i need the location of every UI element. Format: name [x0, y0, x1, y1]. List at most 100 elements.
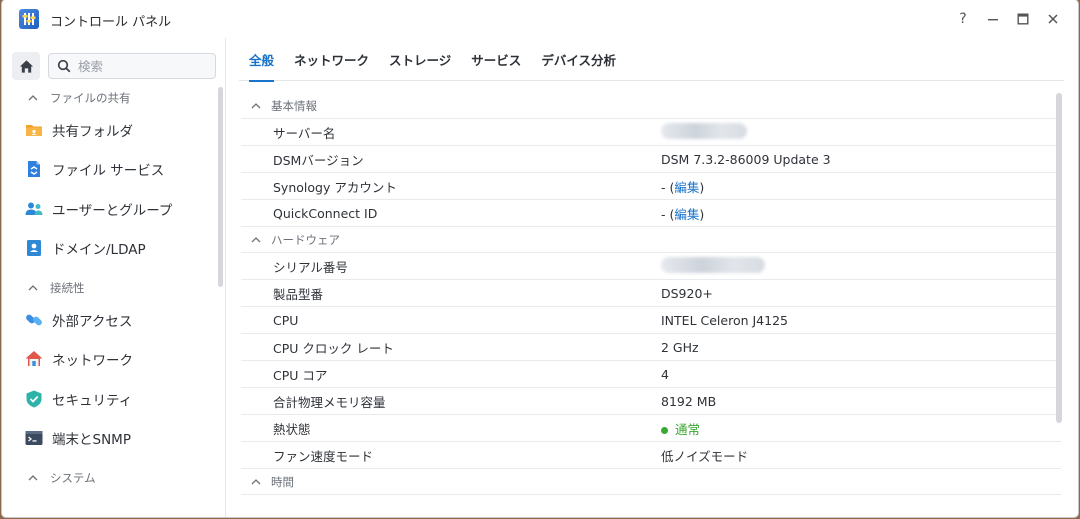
row-serial-number: シリアル番号 [241, 253, 1061, 280]
row-thermal-status: 熱状態 通常 [241, 415, 1061, 442]
group-header-time[interactable]: 時間 [241, 469, 1061, 495]
network-icon [24, 349, 44, 369]
row-dsm-version: DSMバージョン DSM 7.3.2-86009 Update 3 [241, 146, 1061, 173]
row-label: DSMバージョン [273, 152, 364, 168]
sidebar-item-label: 共有フォルダ [52, 123, 133, 140]
sidebar-scrollbar[interactable] [218, 87, 223, 287]
section-header-system[interactable]: システム [2, 466, 216, 490]
row-label: サーバー名 [273, 125, 336, 141]
close-icon [1048, 14, 1058, 24]
row-label: Synology アカウント [273, 179, 397, 195]
file-services-icon [24, 159, 44, 179]
group-title: 基本情報 [271, 98, 317, 113]
users-groups-icon [24, 199, 44, 219]
minimize-icon [988, 19, 998, 21]
group-header-hardware[interactable]: ハードウェア [241, 227, 1061, 253]
search-input[interactable] [78, 58, 198, 74]
maximize-button[interactable] [1012, 8, 1034, 30]
row-label: QuickConnect ID [273, 205, 378, 221]
row-value: 4 [661, 366, 669, 382]
row-label: 合計物理メモリ容量 [273, 394, 386, 410]
sidebar-item-label: セキュリティ [52, 392, 133, 409]
row-label: CPU [273, 312, 299, 328]
sidebar-item-label: ドメイン/LDAP [52, 242, 146, 259]
section-title: ファイルの共有 [50, 91, 131, 105]
terminal-snmp-icon [24, 428, 44, 448]
sidebar-item-label: ユーザーとグループ [52, 202, 173, 219]
sidebar-nav: ファイルの共有 共有フォルダ ファイル サービス ユーザーとグループ ドメイン/… [2, 86, 216, 490]
tab-device-analytics[interactable]: デバイス分析 [531, 38, 626, 81]
chevron-up-icon [28, 285, 38, 291]
sidebar-item-users-groups[interactable]: ユーザーとグループ [2, 189, 216, 229]
sidebar-item-domain-ldap[interactable]: ドメイン/LDAP [2, 229, 216, 269]
row-value: INTEL Celeron J4125 [661, 312, 788, 328]
info-list: 基本情報 サーバー名 DSMバージョン DSM 7.3.2-86009 Upda… [241, 93, 1061, 495]
chevron-up-icon [251, 102, 261, 108]
search-icon [57, 59, 71, 73]
row-quickconnect-id: QuickConnect ID - (編集) [241, 200, 1061, 227]
main-panel: 全般 ネットワーク ストレージ サービス デバイス分析 基本情報 サーバー名 D… [227, 38, 1078, 517]
help-button[interactable]: ? [952, 8, 974, 30]
section-header-connectivity[interactable]: 接続性 [2, 276, 216, 300]
row-model: 製品型番 DS920+ [241, 280, 1061, 307]
sidebar-item-file-services[interactable]: ファイル サービス [2, 150, 216, 190]
row-value: 8192 MB [661, 393, 717, 409]
sidebar-item-terminal-snmp[interactable]: 端末とSNMP [2, 419, 216, 459]
redacted-serial-number [661, 256, 765, 273]
control-panel-app-icon [19, 9, 39, 29]
row-label: 熱状態 [273, 421, 311, 437]
tab-storage[interactable]: ストレージ [379, 38, 461, 81]
window-title: コントロール パネル [50, 15, 172, 30]
chevron-up-icon [28, 95, 38, 101]
sidebar-item-external-access[interactable]: 外部アクセス [2, 300, 216, 340]
help-icon: ? [959, 11, 967, 27]
row-value-suffix: ) [699, 179, 705, 195]
security-icon [24, 389, 44, 409]
row-cpu-clock: CPU クロック レート 2 GHz [241, 334, 1061, 361]
external-access-icon [24, 310, 44, 330]
maximize-icon [1017, 13, 1029, 25]
sidebar-item-label: ファイル サービス [52, 163, 165, 180]
row-label: 製品型番 [273, 286, 324, 302]
edit-synology-account-link[interactable]: 編集 [674, 180, 699, 195]
row-value-prefix: - ( [661, 179, 675, 195]
group-title: ハードウェア [271, 232, 340, 247]
content-scrollbar[interactable] [1056, 93, 1062, 423]
section-title: 接続性 [50, 281, 85, 295]
row-label: CPU クロック レート [273, 340, 394, 356]
group-header-basic-info[interactable]: 基本情報 [241, 93, 1061, 119]
sidebar-item-shared-folder[interactable]: 共有フォルダ [2, 110, 216, 150]
sidebar-item-label: 外部アクセス [52, 313, 133, 330]
shared-folder-icon [24, 120, 44, 140]
redacted-server-name [661, 122, 747, 139]
row-label: シリアル番号 [273, 259, 348, 275]
close-button[interactable] [1042, 8, 1064, 30]
home-button[interactable] [12, 52, 40, 80]
row-label: ファン速度モード [273, 448, 374, 464]
home-icon [19, 59, 33, 73]
row-value: DSM 7.3.2-86009 Update 3 [661, 151, 831, 167]
sidebar-item-network[interactable]: ネットワーク [2, 340, 216, 380]
row-value-suffix: ) [699, 206, 705, 222]
row-fan-mode: ファン速度モード 低ノイズモード [241, 442, 1061, 469]
tab-network[interactable]: ネットワーク [284, 38, 379, 81]
section-header-file-sharing[interactable]: ファイルの共有 [2, 86, 216, 110]
row-value: DS920+ [661, 285, 713, 301]
minimize-button[interactable] [982, 8, 1004, 30]
row-server-name: サーバー名 [241, 119, 1061, 146]
row-value: 低ノイズモード [661, 448, 749, 464]
tab-general[interactable]: 全般 [239, 38, 284, 82]
status-normal-dot-icon [661, 426, 668, 434]
sidebar: ファイルの共有 共有フォルダ ファイル サービス ユーザーとグループ [2, 38, 226, 517]
edit-quickconnect-link[interactable]: 編集 [674, 207, 699, 222]
control-panel-window: コントロール パネル ? 検索 ファイルの共有 共有フォルダ ファイル サービス… [2, 0, 1078, 517]
tab-services[interactable]: サービス [461, 38, 531, 81]
sidebar-search[interactable] [48, 53, 216, 79]
section-title: システム [50, 471, 96, 485]
sidebar-item-label: 端末とSNMP [52, 432, 131, 449]
row-label: CPU コア [273, 367, 328, 383]
sidebar-item-security[interactable]: セキュリティ [2, 379, 216, 419]
chevron-up-icon [28, 475, 38, 481]
status-value: 通常 [675, 421, 701, 437]
chevron-up-icon [251, 478, 261, 484]
